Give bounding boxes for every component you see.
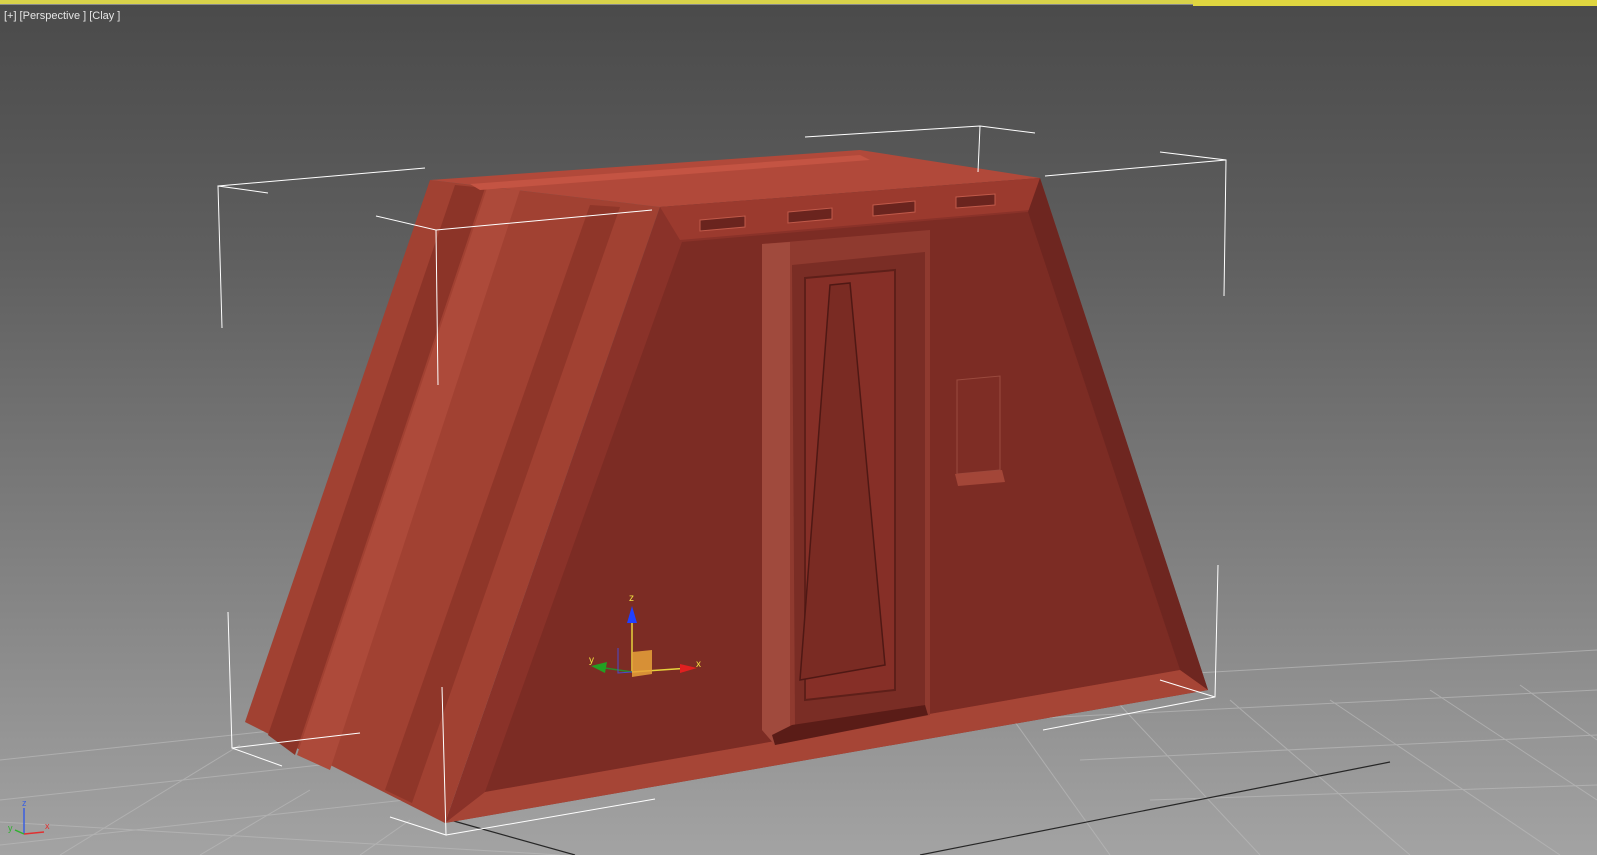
gizmo-z-label: z	[629, 593, 634, 604]
red-bunker-mesh[interactable]	[245, 150, 1208, 823]
view-axis-z-label: z	[22, 798, 27, 808]
perspective-viewport[interactable]: [+] [Perspective ] [Clay ] z x y z x y	[0, 0, 1597, 855]
view-axis-tripod: z x y	[8, 798, 50, 835]
wall-panel	[955, 375, 1005, 486]
view-axis-y-label: y	[8, 823, 13, 833]
view-axis-x-label: x	[45, 821, 50, 831]
gizmo-xy-plane[interactable]	[632, 650, 652, 677]
bunker-door[interactable]	[762, 230, 930, 745]
gizmo-x-label: x	[696, 659, 701, 670]
door-frame-left-hl	[762, 242, 790, 745]
gizmo-y-label: y	[589, 655, 594, 666]
viewport-scene[interactable]: z x y z x y	[0, 0, 1597, 855]
